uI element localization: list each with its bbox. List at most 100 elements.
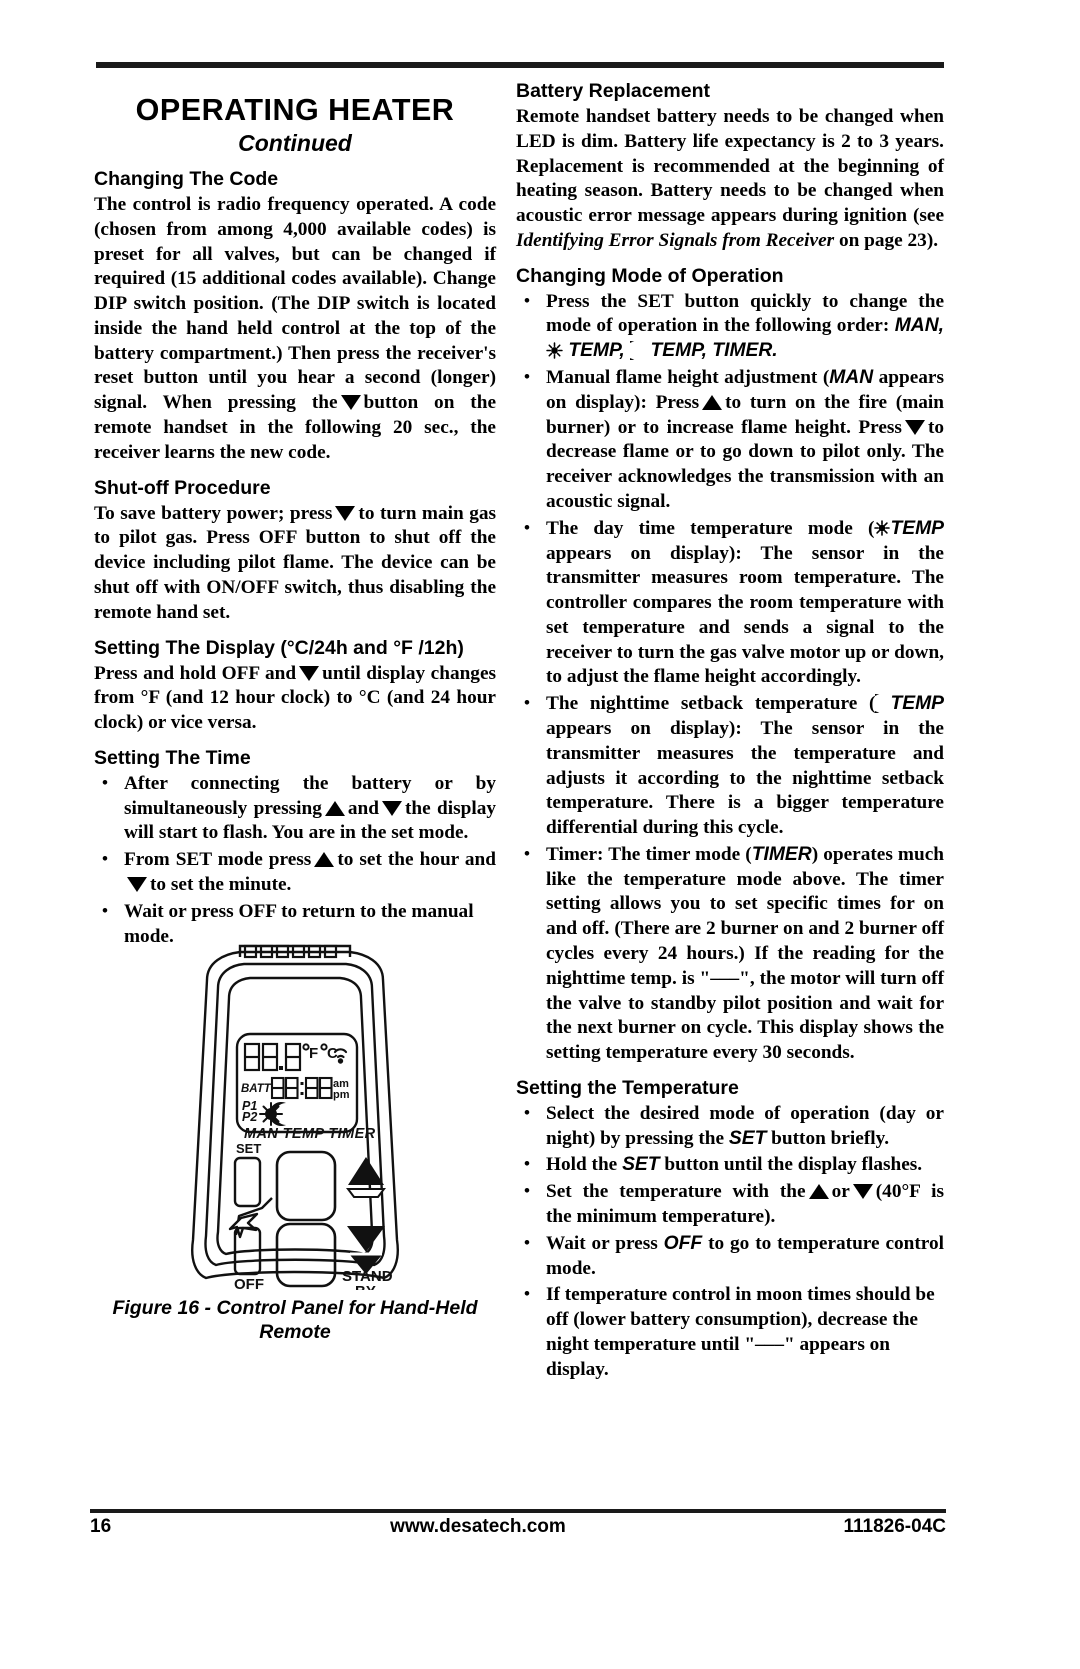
sun-icon — [546, 342, 563, 359]
list-item: If temperature control in moon times sho… — [516, 1283, 944, 1382]
list-item: The nighttime setback temperature (TEMP … — [516, 692, 944, 841]
down-rocker-button[interactable] — [275, 1222, 337, 1288]
list-item: Wait or press OFF to go to temperature c… — [516, 1232, 944, 1282]
text-run: TEMP, TIMER. — [650, 340, 778, 362]
lcd-batt-label: BATT — [241, 1083, 272, 1095]
list-setting-the-temperature: Select the desired mode of operation (da… — [516, 1102, 944, 1383]
text-run: on page 23). — [834, 229, 939, 251]
triangle-down-icon — [299, 665, 320, 681]
triangle-down-icon — [335, 505, 356, 521]
text-run: button until the display flashes. — [659, 1154, 923, 1176]
triangle-up-icon — [346, 1157, 386, 1198]
right-column: Battery Replacement Remote handset batte… — [516, 80, 944, 1385]
triangle-down-icon — [852, 1184, 873, 1200]
moon-icon — [621, 341, 635, 361]
text-run: Manual flame height adjustment ( — [546, 367, 830, 389]
text-run: Press and hold OFF and — [94, 662, 297, 684]
list-item: Manual flame height adjustment (MAN appe… — [516, 366, 944, 515]
page-footer: 16 www.desatech.com 111826-04C — [90, 1516, 946, 1538]
set-button[interactable] — [233, 1156, 262, 1208]
paragraph-setting-the-display: Press and hold OFF and until display chan… — [94, 662, 496, 736]
off-button-label: OFF — [234, 1276, 264, 1290]
figure-caption-line1: Figure 16 - Control Panel for Hand-Held — [112, 1297, 478, 1319]
text-run: The control is radio frequency operated.… — [94, 194, 496, 414]
lcd-p2-label: P2 — [242, 1110, 257, 1124]
lcd-unit-c: C — [327, 1045, 338, 1062]
text-run: ) operates much like the temperature mod… — [546, 843, 944, 1064]
left-column: OPERATING HEATER Continued Changing The … — [94, 80, 496, 951]
heading-setting-the-display: Setting The Display (°C/24h and °F /12h) — [94, 636, 464, 659]
list-item: From SET mode press to set the hour and to… — [94, 848, 496, 898]
footer-page-number: 16 — [90, 1516, 112, 1537]
list-item: Press the SET button quickly to change t… — [516, 290, 944, 364]
text-run: MAN, — [894, 315, 945, 337]
paragraph-shut-off-procedure: To save battery power; press to turn main… — [94, 502, 496, 626]
text-run: and — [347, 797, 379, 819]
text-run: to set the minute. — [150, 873, 292, 895]
triangle-up-icon — [314, 852, 335, 868]
list-item: Hold the SET button until the display fl… — [516, 1153, 944, 1178]
mode-timer: TIMER — [751, 843, 812, 865]
document-page: OPERATING HEATER Continued Changing The … — [0, 0, 1080, 1669]
list-item: Set the temperature with theor(40°F is t… — [516, 1180, 944, 1230]
text-run: or — [831, 1181, 850, 1203]
lcd-pm-label: pm — [333, 1089, 350, 1101]
set-button-label: SET — [236, 1141, 261, 1156]
by-label: BY — [355, 1283, 376, 1290]
text-run: appears on display): The sensor in the t… — [546, 717, 944, 839]
footer-document-id: 111826-04C — [843, 1516, 947, 1537]
lcd-display: F C BATT am pm P1 P2 MAN TEMP TIMER — [241, 1042, 376, 1142]
list-item: The day time temperature mode ( TEMP appe… — [516, 517, 944, 690]
list-item: After connecting the battery or by simul… — [94, 772, 496, 846]
text-run: The day time temperature mode ( — [546, 517, 875, 539]
figure-caption: Figure 16 - Control Panel for Hand-Held … — [94, 1296, 496, 1345]
list-changing-mode-of-operation: Press the SET button quickly to change t… — [516, 290, 944, 1066]
figure-16: F C BATT am pm P1 P2 MAN TEMP TIMER SET … — [94, 940, 496, 1370]
text-run: Set the temperature with the — [546, 1181, 806, 1203]
heading-shut-off-procedure: Shut-off Procedure — [94, 476, 271, 499]
triangle-down-icon — [127, 876, 147, 892]
heading-battery-replacement: Battery Replacement — [516, 80, 710, 102]
list-item: Timer: The timer mode (TIMER) operates m… — [516, 843, 944, 1066]
heading-changing-mode-of-operation: Changing Mode of Operation — [516, 264, 784, 287]
text-run: Hold the — [546, 1154, 623, 1176]
triangle-up-icon — [808, 1184, 829, 1200]
paragraph-battery-replacement: Remote handset battery needs to be chang… — [516, 105, 944, 254]
triangle-up-icon — [324, 800, 345, 816]
set-emphasis: SET — [728, 1127, 767, 1149]
text-run-italic: Identifying Error Signals from Receiver — [516, 229, 835, 251]
moon-icon — [866, 694, 880, 714]
footer-website[interactable]: www.desatech.com — [210, 1516, 746, 1538]
text-run: appears on display): The sensor in the t… — [546, 542, 944, 688]
lcd-unit-f: F — [309, 1045, 318, 1062]
mode-temp: TEMP — [890, 517, 944, 539]
triangle-down-icon — [381, 800, 402, 816]
triangle-down-icon — [347, 1226, 385, 1275]
text-run: Press the SET button quickly to change t… — [546, 290, 944, 337]
sun-icon — [874, 519, 891, 536]
page-title: OPERATING HEATER — [135, 93, 455, 127]
lcd-mode-labels: MAN TEMP TIMER — [244, 1126, 376, 1142]
figure-caption-line2: Remote — [259, 1321, 331, 1344]
footer-rule — [90, 1509, 946, 1513]
mode-temp: TEMP — [890, 693, 944, 715]
text-run: The nighttime setback temperature ( — [546, 693, 876, 715]
list-setting-the-time: After connecting the battery or by simul… — [94, 772, 496, 949]
list-item: Select the desired mode of operation (da… — [516, 1102, 944, 1152]
text-run: Remote handset battery needs to be chang… — [516, 106, 944, 227]
up-rocker-button[interactable] — [275, 1150, 337, 1222]
heading-setting-the-temperature: Setting the Temperature — [516, 1076, 739, 1099]
text-run: From SET mode press — [124, 849, 312, 871]
triangle-up-icon — [702, 394, 723, 410]
paragraph-changing-the-code: The control is radio frequency operated.… — [94, 193, 496, 466]
text-run: button briefly. — [766, 1127, 890, 1149]
text-run: To save battery power; press — [94, 502, 333, 524]
page-subtitle: Continued — [238, 130, 352, 157]
text-run: If temperature control in moon times sho… — [546, 1284, 935, 1380]
text-run: Wait or press — [546, 1232, 664, 1254]
text-run: TEMP, — [568, 340, 625, 362]
figure-image: F C BATT am pm P1 P2 MAN TEMP TIMER SET … — [94, 940, 496, 1290]
remote-control-illustration: F C BATT am pm P1 P2 MAN TEMP TIMER SET … — [191, 944, 399, 1290]
header-rule — [96, 62, 944, 68]
text-run: Timer: The timer mode ( — [546, 843, 752, 865]
